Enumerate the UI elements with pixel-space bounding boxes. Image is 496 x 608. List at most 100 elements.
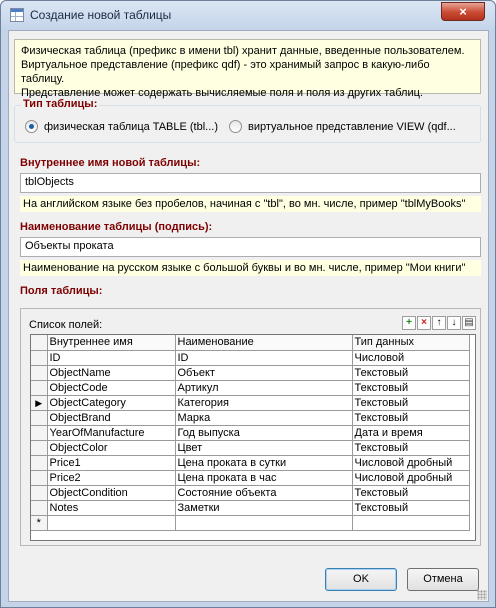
table-cell[interactable]: Марка <box>175 410 353 426</box>
copy-button[interactable]: ▤ <box>462 316 476 330</box>
table-row[interactable]: ObjectCode Артикул Текстовый <box>31 380 470 396</box>
move-up-button[interactable]: ↑ <box>432 316 446 330</box>
table-row[interactable]: Price2 Цена проката в час Числовой дробный <box>31 470 470 486</box>
radio-dot-icon <box>229 120 242 133</box>
fields-list-caption: Список полей: <box>29 319 103 331</box>
column-header[interactable]: Тип данных <box>352 335 470 351</box>
radio-label: физическая таблица TABLE (tbl...) <box>44 120 218 133</box>
table-cell[interactable]: Цвет <box>175 440 353 456</box>
table-cell[interactable]: Дата и время <box>352 425 470 441</box>
add-icon: + <box>406 317 412 328</box>
table-cell[interactable]: Артикул <box>175 380 353 396</box>
row-selector[interactable] <box>31 470 48 486</box>
table-cell[interactable]: Price2 <box>47 470 176 486</box>
column-header[interactable]: Внутреннее имя <box>47 335 176 351</box>
info-line: Физическая таблица (префикс в имени tbl)… <box>21 45 465 57</box>
close-icon: × <box>459 4 467 19</box>
table-cell[interactable] <box>47 515 176 531</box>
table-row[interactable]: ObjectBrand Марка Текстовый <box>31 410 470 426</box>
row-selector[interactable]: ▶ <box>31 395 48 411</box>
move-up-icon: ↑ <box>436 317 442 328</box>
resize-grip-icon[interactable] <box>477 590 487 600</box>
table-cell[interactable]: ObjectCondition <box>47 485 176 501</box>
table-cell[interactable]: ID <box>175 350 353 366</box>
radio-virtual-view[interactable]: виртуальное представление VIEW (qdf... <box>229 120 456 133</box>
table-cell[interactable] <box>352 515 470 531</box>
table-cell[interactable]: Текстовый <box>352 485 470 501</box>
table-cell[interactable]: Текстовый <box>352 500 470 516</box>
caption-input[interactable]: Объекты проката <box>20 237 481 257</box>
table-type-legend: Тип таблицы: <box>21 98 100 110</box>
info-panel: Физическая таблица (префикс в имени tbl)… <box>14 39 481 99</box>
table-cell[interactable]: Текстовый <box>352 395 470 411</box>
table-cell[interactable]: Текстовый <box>352 440 470 456</box>
table-cell[interactable]: Заметки <box>175 500 353 516</box>
table-cell[interactable]: ObjectCode <box>47 380 176 396</box>
table-cell[interactable]: Price1 <box>47 455 176 471</box>
info-line: Виртуальное представление (префикс qdf) … <box>21 59 430 85</box>
column-header[interactable]: Наименование <box>175 335 353 351</box>
current-row-icon: ▶ <box>35 397 43 408</box>
table-row[interactable]: ▶ ObjectCategory Категория Текстовый <box>31 395 470 411</box>
table-icon <box>10 8 24 22</box>
close-button[interactable]: × <box>441 2 485 21</box>
table-cell[interactable] <box>175 515 353 531</box>
caption-hint: Наименование на русском языке с большой … <box>20 260 481 276</box>
window-title: Создание новой таблицы <box>30 8 172 22</box>
table-cell[interactable]: Цена проката в час <box>175 470 353 486</box>
row-selector[interactable] <box>31 410 48 426</box>
title-bar[interactable]: Создание новой таблицы × <box>1 1 495 29</box>
table-row[interactable]: ID ID Числовой <box>31 350 470 366</box>
table-row[interactable]: ObjectCondition Состояние объекта Текстовы… <box>31 485 470 501</box>
row-selector[interactable] <box>31 485 48 501</box>
fields-grid[interactable]: Внутреннее имя Наименование Тип данных I… <box>30 334 476 541</box>
table-cell[interactable]: Год выпуска <box>175 425 353 441</box>
table-cell[interactable]: ObjectName <box>47 365 176 381</box>
table-cell[interactable]: Текстовый <box>352 410 470 426</box>
table-cell[interactable]: Текстовый <box>352 365 470 381</box>
table-cell[interactable]: ID <box>47 350 176 366</box>
row-selector[interactable] <box>31 365 48 381</box>
table-row[interactable]: Price1 Цена проката в сутки Числовой дробн… <box>31 455 470 471</box>
new-row[interactable]: * <box>31 515 470 531</box>
row-selector[interactable] <box>31 425 48 441</box>
row-selector[interactable] <box>31 380 48 396</box>
table-cell[interactable]: Числовой <box>352 350 470 366</box>
ok-button[interactable]: OK <box>325 568 397 591</box>
table-cell[interactable]: Текстовый <box>352 380 470 396</box>
table-cell[interactable]: Категория <box>175 395 353 411</box>
row-selector[interactable] <box>31 440 48 456</box>
table-cell[interactable]: Объект <box>175 365 353 381</box>
cancel-button[interactable]: Отмена <box>407 568 479 591</box>
table-cell[interactable]: ObjectCategory <box>47 395 176 411</box>
table-row[interactable]: ObjectColor Цвет Текстовый <box>31 440 470 456</box>
table-cell[interactable]: Notes <box>47 500 176 516</box>
row-selector[interactable] <box>31 500 48 516</box>
row-selector[interactable] <box>31 350 48 366</box>
internal-name-hint: На английском языке без пробелов, начина… <box>20 196 481 212</box>
internal-name-input[interactable]: tblObjects <box>20 173 481 193</box>
table-cell[interactable]: ObjectBrand <box>47 410 176 426</box>
table-row[interactable]: YearOfManufacture Год выпуска Дата и время <box>31 425 470 441</box>
table-cell[interactable]: Цена проката в сутки <box>175 455 353 471</box>
table-type-group: Тип таблицы: физическая таблица TABLE (t… <box>14 98 481 143</box>
add-button[interactable]: + <box>402 316 416 330</box>
row-selector[interactable] <box>31 455 48 471</box>
dialog-window: Создание новой таблицы × Физическая табл… <box>0 0 496 608</box>
table-cell[interactable]: Состояние объекта <box>175 485 353 501</box>
delete-button[interactable]: × <box>417 316 431 330</box>
table-cell[interactable]: ObjectColor <box>47 440 176 456</box>
radio-label: виртуальное представление VIEW (qdf... <box>248 120 456 133</box>
fields-label: Поля таблицы: <box>20 285 103 297</box>
table-cell[interactable]: Числовой дробный <box>352 470 470 486</box>
table-cell[interactable]: YearOfManufacture <box>47 425 176 441</box>
fields-panel: Список полей: +×↑↓▤ Внутреннее имя Н <box>20 308 481 546</box>
table-row[interactable]: ObjectName Объект Текстовый <box>31 365 470 381</box>
table-cell[interactable]: Числовой дробный <box>352 455 470 471</box>
table-row[interactable]: Notes Заметки Текстовый <box>31 500 470 516</box>
radio-dot-icon <box>25 120 38 133</box>
move-down-icon: ↓ <box>451 317 457 328</box>
caption-label: Наименование таблицы (подпись): <box>20 221 213 233</box>
move-down-button[interactable]: ↓ <box>447 316 461 330</box>
radio-physical-table[interactable]: физическая таблица TABLE (tbl...) <box>25 120 218 133</box>
